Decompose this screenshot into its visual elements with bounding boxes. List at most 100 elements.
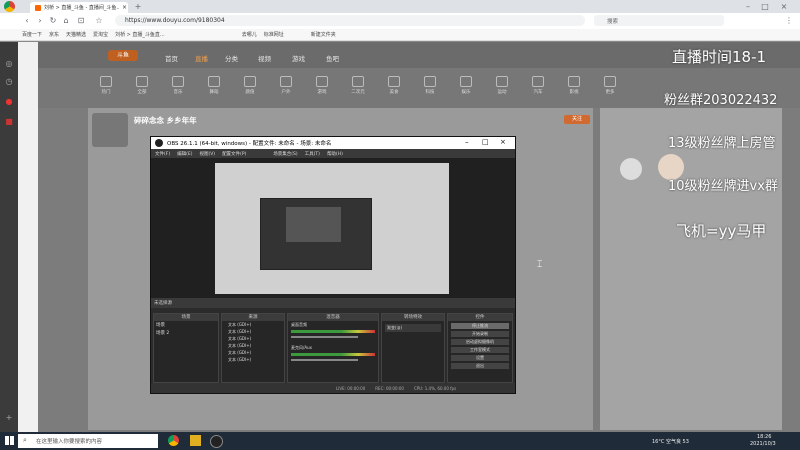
url-text[interactable]: https://www.douyu.com/9180304 bbox=[125, 17, 225, 24]
bookmark-item[interactable]: 爱淘宝 bbox=[93, 31, 108, 38]
mixer-header: 混音器 bbox=[288, 314, 378, 321]
studio-mode-button[interactable]: 工作室模式 bbox=[451, 347, 509, 353]
category-icon bbox=[100, 76, 112, 87]
sidebar-add-icon[interactable]: + bbox=[5, 414, 13, 422]
bookmark-item[interactable]: 百度一下 bbox=[22, 31, 42, 38]
obs-menu-item[interactable]: 工具(T) bbox=[305, 151, 320, 157]
obs-menu-item[interactable]: 帮助(H) bbox=[327, 151, 343, 157]
nav-link[interactable]: 首页 bbox=[165, 53, 178, 63]
forward-icon[interactable]: › bbox=[36, 17, 44, 25]
stop-streaming-button[interactable]: 停止推流 bbox=[451, 323, 509, 329]
taskbar-app-icon[interactable] bbox=[168, 435, 179, 446]
virtual-camera-button[interactable]: 启动虚拟摄像机 bbox=[451, 339, 509, 345]
site-logo[interactable]: 斗鱼 bbox=[108, 50, 138, 61]
obs-close-icon[interactable]: × bbox=[500, 138, 506, 146]
bookmark-item[interactable]: 京东 bbox=[49, 31, 59, 38]
category-item[interactable]: 科技 bbox=[416, 76, 444, 95]
scene-item[interactable]: 场景 2 bbox=[154, 329, 218, 337]
bookmark-item[interactable]: 标准网址 bbox=[264, 31, 284, 38]
bookmark-item[interactable]: 新建文件夹 bbox=[311, 31, 336, 38]
category-item[interactable]: 户外 bbox=[272, 76, 300, 95]
home-icon[interactable]: ⌂ bbox=[62, 17, 70, 25]
obs-menu-item[interactable]: 视图(V) bbox=[199, 151, 215, 157]
scene-item[interactable]: 场景 bbox=[154, 321, 218, 329]
category-icon bbox=[460, 76, 472, 87]
transition-select[interactable]: 渐变(淡) bbox=[385, 324, 441, 332]
nav-link[interactable]: 游戏 bbox=[292, 53, 305, 63]
obs-maximize-icon[interactable]: □ bbox=[482, 138, 489, 146]
category-item[interactable]: 全部 bbox=[128, 76, 156, 95]
category-item[interactable]: 舞蹈 bbox=[200, 76, 228, 95]
follow-label: 关注 bbox=[571, 116, 582, 122]
taskbar-app-icon[interactable] bbox=[210, 435, 223, 448]
settings-button[interactable]: 设置 bbox=[451, 355, 509, 361]
follow-button[interactable]: 关注 bbox=[564, 115, 590, 124]
minimize-icon[interactable]: – bbox=[744, 3, 752, 11]
volume-slider[interactable] bbox=[291, 359, 358, 361]
nav-link[interactable]: 视频 bbox=[258, 53, 271, 63]
category-item[interactable]: 更多 bbox=[596, 76, 624, 95]
sidebar-icon[interactable]: ● bbox=[5, 98, 13, 106]
sidebar-icon[interactable]: ◷ bbox=[5, 78, 13, 86]
back-icon[interactable]: ‹ bbox=[23, 17, 31, 25]
obs-menu-item[interactable]: 场景集合(S) bbox=[273, 151, 297, 157]
category-item[interactable]: 二次元 bbox=[344, 76, 372, 95]
obs-menu-item[interactable]: 编辑(E) bbox=[177, 151, 192, 157]
obs-menu-item[interactable]: 文件(F) bbox=[155, 151, 170, 157]
source-item[interactable]: 文本 (GDI+) bbox=[222, 321, 284, 328]
exit-button[interactable]: 退出 bbox=[451, 363, 509, 369]
tab-favicon-icon bbox=[35, 4, 41, 11]
maximize-icon[interactable]: □ bbox=[761, 3, 769, 11]
category-item[interactable]: 音乐 bbox=[164, 76, 192, 95]
category-item[interactable]: 美食 bbox=[380, 76, 408, 95]
obs-menu-bar: 文件(F) 编辑(E) 视图(V) 配置文件(P) 场景集合(S) 工具(T) … bbox=[151, 149, 515, 158]
category-item[interactable]: 游戏 bbox=[308, 76, 336, 95]
bookmark-item[interactable]: 天猫精选 bbox=[66, 31, 86, 38]
close-window-icon[interactable]: × bbox=[780, 3, 788, 11]
category-item[interactable]: 汽车 bbox=[524, 76, 552, 95]
sidebar-icon[interactable]: ■ bbox=[5, 118, 13, 126]
nav-link[interactable]: 分类 bbox=[225, 53, 238, 63]
tab-close-icon[interactable]: × bbox=[122, 4, 127, 11]
category-item[interactable]: 影视 bbox=[560, 76, 588, 95]
nav-link[interactable]: 直播 bbox=[195, 53, 208, 63]
streamer-avatar[interactable] bbox=[92, 113, 128, 147]
windows-start-icon[interactable] bbox=[5, 436, 14, 445]
bookmark-star-icon[interactable]: ☆ bbox=[95, 17, 103, 25]
start-recording-button[interactable]: 开始录制 bbox=[451, 331, 509, 337]
browser-search-box[interactable]: 搜索 bbox=[594, 15, 724, 26]
category-item[interactable]: 热门 bbox=[92, 76, 120, 95]
category-item[interactable]: 运动 bbox=[488, 76, 516, 95]
obs-preview[interactable] bbox=[151, 158, 515, 298]
sidebar-icon[interactable]: ◎ bbox=[5, 60, 13, 68]
source-item[interactable]: 文本 (GDI+) bbox=[222, 349, 284, 356]
taskbar-search-box[interactable]: ⌕ 在这里输入你要搜索的内容 bbox=[18, 434, 158, 448]
clock-time[interactable]: 18:26 bbox=[757, 434, 771, 440]
menu-icon[interactable]: ⋮ bbox=[785, 17, 793, 25]
obs-menu-item[interactable]: 配置文件(P) bbox=[222, 151, 246, 157]
nav-link[interactable]: 鱼吧 bbox=[326, 53, 339, 63]
category-item[interactable]: 颜值 bbox=[236, 76, 264, 95]
address-bar[interactable]: https://www.douyu.com/9180304 bbox=[115, 15, 585, 26]
category-item[interactable]: 娱乐 bbox=[452, 76, 480, 95]
extension-icon[interactable]: ⊡ bbox=[77, 17, 85, 25]
search-placeholder: 搜索 bbox=[607, 18, 619, 25]
source-item[interactable]: 文本 (GDI+) bbox=[222, 342, 284, 349]
source-item[interactable]: 文本 (GDI+) bbox=[222, 328, 284, 335]
source-item[interactable]: 文本 (GDI+) bbox=[222, 335, 284, 342]
bookmark-item[interactable]: 刘桥 > 直播_斗鱼直... bbox=[115, 31, 165, 38]
recursive-preview bbox=[215, 163, 449, 294]
browser-logo-icon[interactable] bbox=[4, 1, 15, 12]
source-item[interactable]: 文本 (GDI+) bbox=[222, 356, 284, 363]
volume-slider[interactable] bbox=[291, 336, 358, 338]
rank-avatar[interactable] bbox=[620, 158, 642, 180]
refresh-icon[interactable]: ↻ bbox=[49, 17, 57, 25]
taskbar-app-icon[interactable] bbox=[190, 435, 201, 446]
clock-date[interactable]: 2021/10/3 bbox=[750, 441, 776, 447]
new-tab-icon[interactable]: + bbox=[134, 3, 142, 11]
obs-minimize-icon[interactable]: – bbox=[465, 138, 469, 146]
browser-tab[interactable]: 刘桥 > 直播_斗鱼 - 直播间_斗鱼... × bbox=[30, 2, 128, 13]
obs-status-bar: LIVE: 00:00:00 REC: 00:00:00 CPU: 1.4%, … bbox=[151, 383, 515, 393]
bookmark-item[interactable]: 去哪儿 bbox=[242, 31, 257, 38]
weather-text[interactable]: 16°C 空气良 53 bbox=[652, 438, 689, 445]
